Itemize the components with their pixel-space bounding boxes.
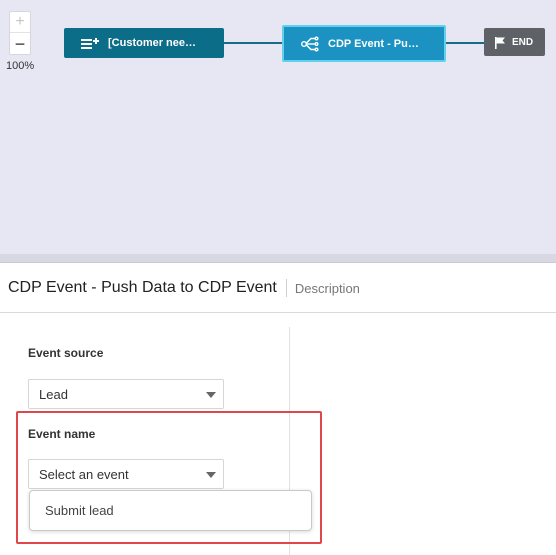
node-end[interactable]: END (484, 28, 545, 56)
event-source-select[interactable]: Lead (28, 379, 224, 409)
node-cdp-event[interactable]: CDP Event - Pu… (282, 25, 446, 62)
zoom-level: 100% (6, 60, 35, 72)
node-customer-label: [Customer nee… (108, 37, 197, 49)
share-fork-icon (300, 35, 320, 53)
chevron-down-icon (206, 392, 216, 398)
event-name-label: Event name (28, 427, 96, 441)
journey-canvas[interactable]: + − 100% [Customer nee… CDP Event - Pu… … (0, 0, 556, 254)
connector-line (224, 42, 282, 44)
list-add-icon (80, 35, 100, 51)
zoom-out-button[interactable]: − (10, 33, 30, 54)
event-name-select[interactable]: Select an event (28, 459, 224, 489)
description-link[interactable]: Description (295, 281, 360, 296)
connector-line (446, 42, 484, 44)
panel-resize-handle[interactable] (0, 254, 556, 263)
app-root: + − 100% [Customer nee… CDP Event - Pu… … (0, 0, 556, 555)
node-customer[interactable]: [Customer nee… (64, 28, 224, 58)
title-separator (285, 279, 287, 297)
event-source-value: Lead (39, 386, 68, 402)
flag-icon (494, 36, 506, 49)
panel-header: CDP Event - Push Data to CDP Event Descr… (0, 264, 556, 313)
zoom-in-button[interactable]: + (10, 12, 30, 33)
chevron-down-icon (206, 472, 216, 478)
event-source-label: Event source (28, 346, 104, 360)
event-name-placeholder: Select an event (39, 466, 129, 482)
zoom-controls: + − (9, 11, 31, 55)
event-name-option[interactable]: Submit lead (29, 490, 312, 531)
node-cdp-label: CDP Event - Pu… (328, 37, 419, 50)
node-end-label: END (512, 36, 534, 48)
option-label: Submit lead (45, 503, 114, 518)
panel-title: CDP Event - Push Data to CDP Event (8, 279, 277, 296)
